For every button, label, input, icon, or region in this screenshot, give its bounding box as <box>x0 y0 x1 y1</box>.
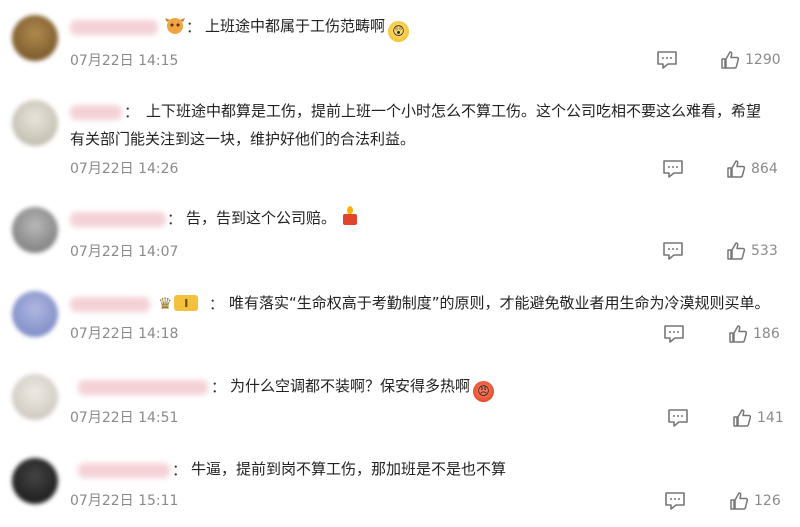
colon: ： <box>172 461 188 479</box>
comment-text: 唯有落实“生命权高于考勤制度”的原则，才能避免敬业者用生命为冷漠规则买单。 <box>229 294 770 312</box>
shocked-emoji-icon: 😲 <box>388 21 410 42</box>
username[interactable] <box>70 212 166 227</box>
colon: ： <box>211 378 227 396</box>
like-count: 141 <box>757 410 784 426</box>
like-count: 1290 <box>745 52 781 68</box>
username[interactable] <box>70 20 158 35</box>
like-count: 533 <box>751 243 778 259</box>
reply-icon[interactable] <box>664 491 686 511</box>
colon: ： <box>209 295 225 313</box>
username[interactable] <box>78 463 170 478</box>
reply-icon[interactable] <box>663 324 685 344</box>
avatar[interactable] <box>12 291 58 337</box>
comment-text: 上班途中都属于工伤范畴啊 😲 <box>205 13 410 42</box>
thumbs-up-icon[interactable] <box>726 159 746 179</box>
colon: ： <box>186 18 202 36</box>
level-badge: ♛ I <box>158 293 206 313</box>
reply-icon[interactable] <box>662 241 684 261</box>
reply-icon[interactable] <box>656 50 678 70</box>
candle-emoji-icon <box>339 206 360 227</box>
colon: ： <box>124 103 140 121</box>
angry-emoji-icon: 😠 <box>473 381 495 402</box>
avatar[interactable] <box>12 207 58 253</box>
crown-icon: ♛ <box>158 293 173 313</box>
fan-badge-icon <box>164 16 186 36</box>
timestamp: 07月22日 14:07 <box>70 244 179 260</box>
avatar[interactable] <box>12 100 58 146</box>
timestamp: 07月22日 14:18 <box>70 326 179 342</box>
thumbs-up-icon[interactable] <box>720 50 740 70</box>
timestamp: 07月22日 14:51 <box>70 410 179 426</box>
like-count: 186 <box>753 326 780 342</box>
comment-text-line2: 有关部门能关注到这一块，维护好他们的合法利益。 <box>70 130 416 148</box>
username[interactable] <box>78 380 208 395</box>
thumbs-up-icon[interactable] <box>726 241 746 261</box>
username[interactable] <box>70 105 122 120</box>
like-count: 126 <box>754 493 781 509</box>
avatar[interactable] <box>12 15 58 61</box>
thumbs-up-icon[interactable] <box>728 324 748 344</box>
timestamp: 07月22日 14:15 <box>70 53 179 69</box>
comment-text: 为什么空调都不装啊？保安得多热啊 😠 <box>230 373 495 402</box>
colon: ： <box>167 210 183 228</box>
avatar[interactable] <box>12 374 58 420</box>
comment-text: 告，告到这个公司赔。 <box>186 205 360 231</box>
comment-text: 牛逼，提前到岗不算工伤，那加班是不是也不算 <box>191 460 507 478</box>
avatar[interactable] <box>12 458 58 504</box>
comment-text: 上下班途中都算是工伤，提前上班一个小时怎么不算工伤。这个公司吃相不要这么难看，希… <box>146 102 762 120</box>
thumbs-up-icon[interactable] <box>732 408 752 428</box>
timestamp: 07月22日 15:11 <box>70 493 179 509</box>
timestamp: 07月22日 14:26 <box>70 161 179 177</box>
thumbs-up-icon[interactable] <box>729 491 749 511</box>
reply-icon[interactable] <box>667 408 689 428</box>
reply-icon[interactable] <box>662 159 684 179</box>
like-count: 864 <box>751 161 778 177</box>
level-tag: I <box>174 295 199 311</box>
username[interactable] <box>70 297 150 312</box>
